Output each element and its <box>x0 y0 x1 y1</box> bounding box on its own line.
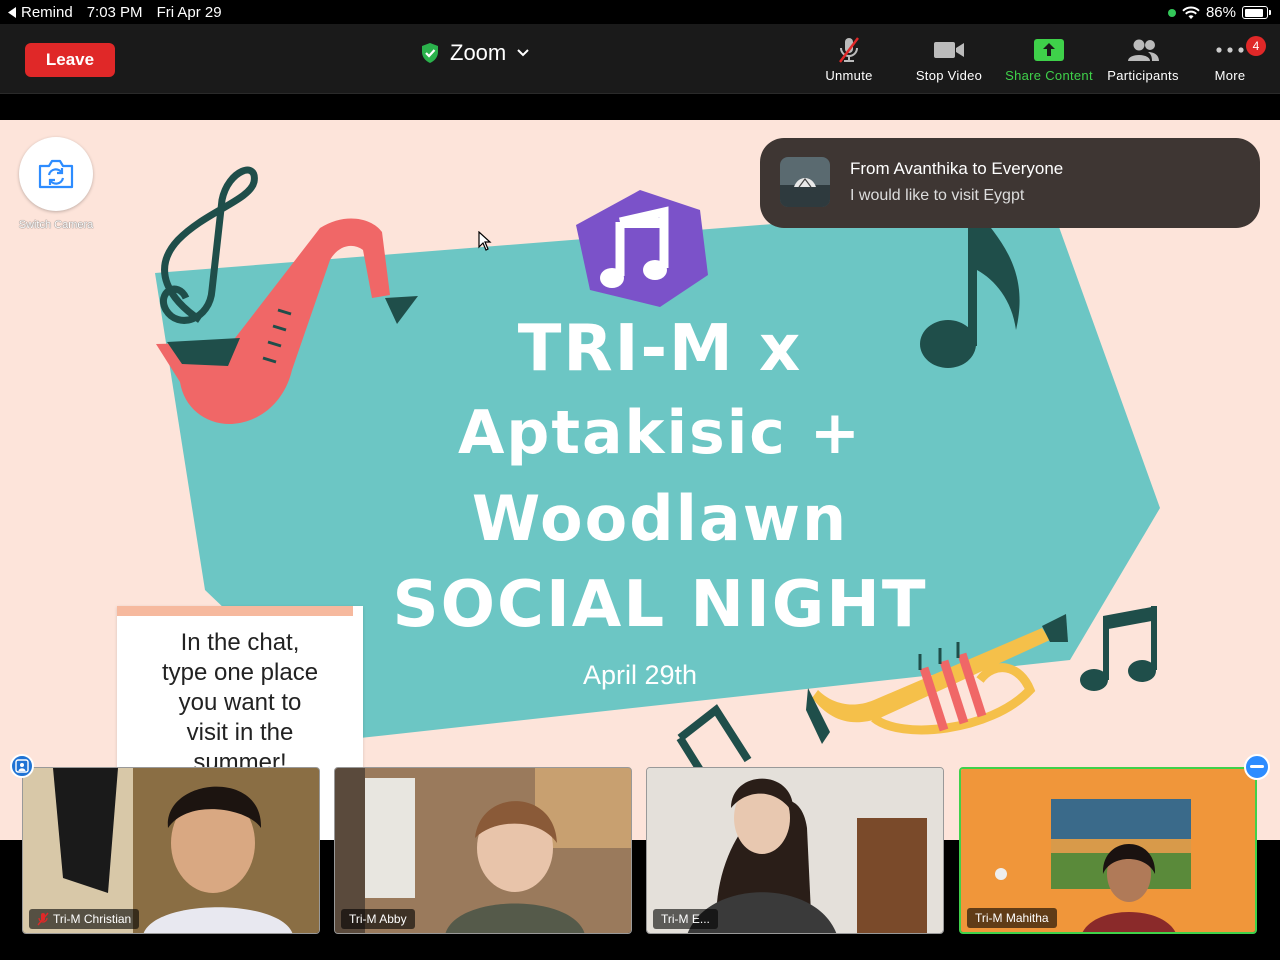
switch-camera-icon <box>38 159 74 189</box>
participant-name: Tri-M Christian <box>53 912 132 926</box>
person-square-icon <box>15 759 29 773</box>
presentation-slide: TRI-M x Aptakisic + Woodlawn SOCIAL NIGH… <box>0 120 1280 840</box>
note-line: visit in the <box>186 719 294 746</box>
battery-icon <box>1242 6 1271 19</box>
unmute-label: Unmute <box>825 68 873 83</box>
slide-date: April 29th <box>582 660 698 690</box>
meeting-title-dropdown[interactable]: Zoom <box>420 40 530 66</box>
share-arrow-icon <box>999 36 1099 64</box>
battery-level <box>1244 8 1263 17</box>
switch-camera-button[interactable] <box>19 137 93 211</box>
participant-name-tag: Tri-M Abby <box>341 909 415 929</box>
share-content-label: Share Content <box>1005 68 1093 83</box>
video-tile[interactable]: Tri-M E... <box>646 767 944 934</box>
mouse-cursor-icon <box>478 231 492 251</box>
slide-title-line-2: Aptakisic + <box>457 398 863 468</box>
participants-button[interactable]: Participants <box>1093 36 1193 86</box>
slide-title-line-3: Woodlawn <box>471 482 849 555</box>
share-content-button[interactable]: Share Content <box>999 36 1099 86</box>
slide-title-line-1: TRI-M x <box>517 312 803 386</box>
minimize-gallery-button[interactable] <box>1244 754 1270 780</box>
more-label: More <box>1214 68 1246 83</box>
status-time: 7:03 PM <box>86 4 143 21</box>
participant-name-tag: Tri-M E... <box>653 909 718 929</box>
chat-notification[interactable]: From Avanthika to Everyone I would like … <box>760 138 1260 228</box>
note-line: you want to <box>178 689 302 716</box>
video-camera-icon <box>899 36 999 64</box>
chat-sender: From Avanthika to Everyone <box>850 159 1064 178</box>
switch-camera-label: Switch Camera <box>18 219 94 231</box>
shared-screen: TRI-M x Aptakisic + Woodlawn SOCIAL NIGH… <box>0 94 1280 840</box>
gallery-view-button[interactable] <box>10 754 34 778</box>
status-bar: Remind 7:03 PM Fri Apr 29 86% <box>0 0 1280 24</box>
back-arrow-icon <box>8 7 16 18</box>
note-text: In the chat, type one place you want to … <box>127 628 353 778</box>
video-tile-active-speaker[interactable]: Tri-M Mahitha <box>959 767 1257 934</box>
stop-video-label: Stop Video <box>915 68 983 83</box>
meeting-toolbar: Leave Zoom Unmute Stop Video Share Conte… <box>0 24 1280 94</box>
note-line: In the chat, <box>180 629 300 656</box>
participant-name: Tri-M Mahitha <box>975 911 1049 925</box>
notification-badge: 4 <box>1246 36 1266 56</box>
participants-icon <box>1093 36 1193 64</box>
participants-label: Participants <box>1107 68 1179 83</box>
video-gallery-strip: Tri-M Christian Tri-M Abby Tri-M E... Tr… <box>0 754 1280 960</box>
stop-video-button[interactable]: Stop Video <box>899 36 999 86</box>
minus-icon <box>1250 765 1264 768</box>
meeting-title: Zoom <box>450 40 507 65</box>
mic-muted-icon <box>37 912 49 926</box>
back-app-label: Remind <box>21 4 73 21</box>
wifi-icon <box>1182 6 1200 19</box>
shield-check-icon <box>422 43 438 63</box>
chevron-down-icon <box>517 49 529 57</box>
status-date: Fri Apr 29 <box>156 4 222 21</box>
battery-percent: 86% <box>1205 4 1236 21</box>
participant-name-tag: Tri-M Mahitha <box>967 908 1057 928</box>
note-tape <box>117 606 353 616</box>
participant-name-tag: Tri-M Christian <box>29 909 140 929</box>
camera-in-use-indicator <box>1167 8 1176 17</box>
back-to-app[interactable]: Remind <box>8 4 73 21</box>
video-tile[interactable]: Tri-M Abby <box>334 767 632 934</box>
chat-message: I would like to visit Eygpt <box>850 187 1025 204</box>
sender-avatar <box>780 157 830 207</box>
participant-name: Tri-M Abby <box>349 912 407 926</box>
participant-name: Tri-M E... <box>661 912 710 926</box>
unmute-button[interactable]: Unmute <box>799 36 899 86</box>
video-tile[interactable]: Tri-M Christian <box>22 767 320 934</box>
mic-muted-icon <box>799 36 899 64</box>
leave-button[interactable]: Leave <box>25 43 115 77</box>
note-line: type one place <box>161 659 319 686</box>
more-button[interactable]: More 4 <box>1180 36 1280 86</box>
